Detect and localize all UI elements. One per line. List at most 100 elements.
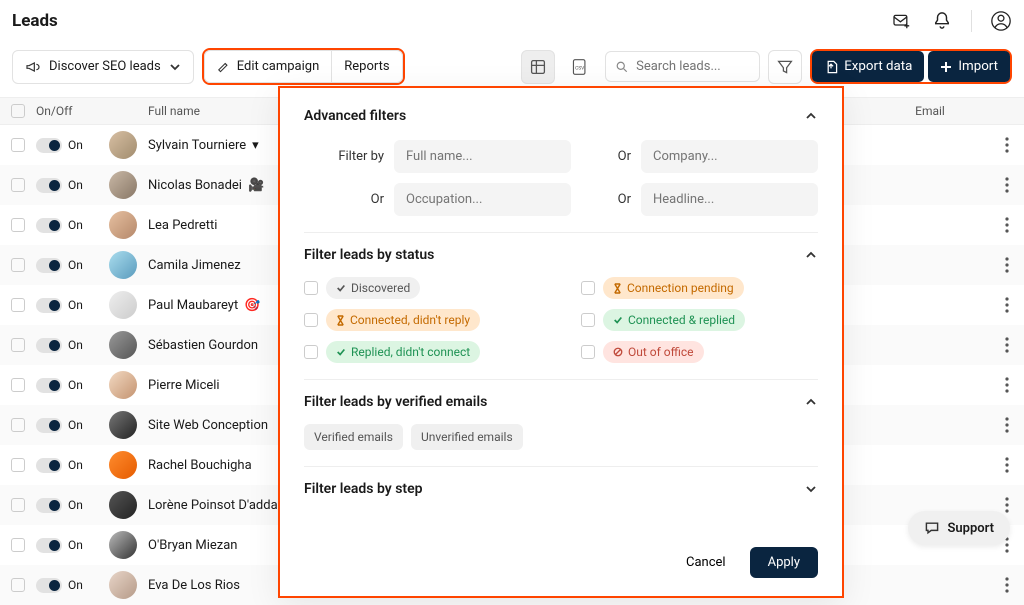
status-pill-icon <box>336 347 346 357</box>
top-bar: Leads <box>0 0 1024 42</box>
campaign-dropdown[interactable]: Discover SEO leads <box>12 50 194 84</box>
row-toggle[interactable] <box>36 258 62 273</box>
status-pill[interactable]: Out of office <box>603 341 704 363</box>
advanced-filters-header[interactable]: Advanced filters <box>304 108 818 124</box>
toggle-label: On <box>68 578 83 592</box>
row-checkbox[interactable] <box>11 258 25 272</box>
toggle-label: On <box>68 258 83 272</box>
status-pill[interactable]: Connected, didn't reply <box>326 309 480 331</box>
profile-icon[interactable] <box>990 10 1012 32</box>
row-checkbox[interactable] <box>11 538 25 552</box>
headline-filter-input[interactable] <box>641 183 818 216</box>
filter-button[interactable] <box>768 50 802 84</box>
row-checkbox[interactable] <box>11 418 25 432</box>
export-data-button[interactable]: Export data <box>812 51 924 82</box>
filter-panel: Advanced filters Filter by Or Or Or Filt… <box>278 86 844 598</box>
row-toggle[interactable] <box>36 538 62 553</box>
import-button[interactable]: Import <box>928 51 1010 82</box>
step-header[interactable]: Filter leads by step <box>304 481 818 497</box>
chevron-up-icon <box>804 248 818 262</box>
support-button[interactable]: Support <box>908 511 1010 545</box>
cancel-button[interactable]: Cancel <box>672 547 740 578</box>
row-toggle[interactable] <box>36 578 62 593</box>
row-checkbox[interactable] <box>11 458 25 472</box>
status-pill-icon <box>336 315 345 326</box>
status-item: Connection pending <box>581 277 818 299</box>
row-more-button[interactable] <box>990 257 1024 273</box>
reports-button[interactable]: Reports <box>331 50 402 83</box>
row-checkbox[interactable] <box>11 578 25 592</box>
status-checkbox[interactable] <box>581 345 595 359</box>
status-pill-icon <box>613 315 623 325</box>
emails-section: Filter leads by verified emails Verified… <box>304 394 818 467</box>
status-section: Filter leads by status Discovered Connec… <box>304 247 818 380</box>
chat-icon <box>924 520 940 536</box>
name-badge-icon: 🎯 <box>244 298 260 313</box>
row-checkbox[interactable] <box>11 178 25 192</box>
select-all-checkbox[interactable] <box>11 104 25 118</box>
status-pill[interactable]: Discovered <box>326 277 420 299</box>
lead-name: O'Bryan Miezan <box>148 538 237 553</box>
row-more-button[interactable] <box>990 177 1024 193</box>
mail-plus-icon[interactable] <box>891 10 913 32</box>
row-toggle[interactable] <box>36 138 62 153</box>
row-more-button[interactable] <box>990 337 1024 353</box>
status-pill-icon <box>613 347 623 357</box>
emails-header[interactable]: Filter leads by verified emails <box>304 394 818 410</box>
csv-export-button[interactable]: CSV <box>563 50 597 84</box>
status-checkbox[interactable] <box>581 281 595 295</box>
row-checkbox[interactable] <box>11 298 25 312</box>
row-toggle[interactable] <box>36 298 62 313</box>
lead-name: Camila Jimenez <box>148 258 241 273</box>
row-toggle[interactable] <box>36 218 62 233</box>
row-toggle[interactable] <box>36 498 62 513</box>
row-more-button[interactable] <box>990 297 1024 313</box>
search-icon <box>616 60 628 74</box>
search-box[interactable] <box>605 51 760 82</box>
email-chip[interactable]: Unverified emails <box>411 424 523 450</box>
row-checkbox[interactable] <box>11 338 25 352</box>
status-item: Connected & replied <box>581 309 818 331</box>
lead-name: Site Web Conception <box>148 418 268 433</box>
row-checkbox[interactable] <box>11 138 25 152</box>
apply-button[interactable]: Apply <box>750 547 818 578</box>
row-checkbox[interactable] <box>11 218 25 232</box>
company-filter-input[interactable] <box>641 140 818 173</box>
status-pill[interactable]: Connected & replied <box>603 309 745 331</box>
search-input[interactable] <box>636 59 749 74</box>
row-toggle[interactable] <box>36 178 62 193</box>
table-view-button[interactable] <box>521 50 555 84</box>
row-toggle[interactable] <box>36 338 62 353</box>
row-more-button[interactable] <box>990 417 1024 433</box>
avatar <box>109 371 137 399</box>
status-checkbox[interactable] <box>304 345 318 359</box>
edit-campaign-button[interactable]: Edit campaign <box>204 50 332 83</box>
toggle-label: On <box>68 138 83 152</box>
status-pill[interactable]: Connection pending <box>603 277 744 299</box>
row-toggle[interactable] <box>36 418 62 433</box>
toggle-label: On <box>68 538 83 552</box>
row-more-button[interactable] <box>990 577 1024 593</box>
toggle-label: On <box>68 338 83 352</box>
col-onoff: On/Off <box>36 104 98 118</box>
row-checkbox[interactable] <box>11 498 25 512</box>
row-toggle[interactable] <box>36 458 62 473</box>
avatar <box>109 491 137 519</box>
status-header[interactable]: Filter leads by status <box>304 247 818 263</box>
row-toggle[interactable] <box>36 378 62 393</box>
occupation-filter-input[interactable] <box>394 183 571 216</box>
chevron-down-icon <box>804 482 818 496</box>
bell-icon[interactable] <box>931 10 953 32</box>
status-checkbox[interactable] <box>304 281 318 295</box>
row-more-button[interactable] <box>990 217 1024 233</box>
row-more-button[interactable] <box>990 137 1024 153</box>
row-more-button[interactable] <box>990 377 1024 393</box>
row-more-button[interactable] <box>990 457 1024 473</box>
status-checkbox[interactable] <box>304 313 318 327</box>
fullname-filter-input[interactable] <box>394 140 571 173</box>
status-pill[interactable]: Replied, didn't connect <box>326 341 480 363</box>
row-checkbox[interactable] <box>11 378 25 392</box>
reports-label: Reports <box>344 59 389 74</box>
status-checkbox[interactable] <box>581 313 595 327</box>
email-chip[interactable]: Verified emails <box>304 424 403 450</box>
